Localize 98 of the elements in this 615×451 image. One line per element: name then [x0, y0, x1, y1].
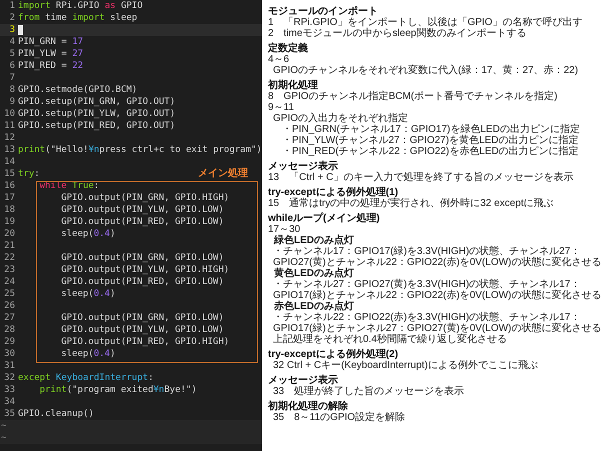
note-text: 32 Ctrl + Cキー(KeyboardInterrupt)による例外でここに飛ぶ	[272, 360, 539, 371]
note-text: 8 GPIOのチャンネル指定BCM(ポート番号でチャンネルを指定)	[268, 91, 558, 102]
note-text: 1 「RPi.GPIO」をインポートし、以後は「GPIO」の名称で呼び出す	[268, 17, 584, 28]
line-number: 23	[3, 264, 16, 276]
line-number: 20	[3, 228, 16, 240]
code-line: GPIO.output(PIN_YLW, GPIO.LOW)	[61, 204, 224, 216]
line-number: 10	[3, 108, 16, 120]
code-line: GPIO.setup(PIN_YLW, GPIO.OUT)	[18, 108, 176, 120]
line-number: 30	[3, 348, 16, 360]
line-number: 7	[8, 72, 16, 84]
line-number: 18	[3, 204, 16, 216]
line-number: 6	[8, 60, 16, 72]
code-line: GPIO.output(PIN_GRN, GPIO.LOW)	[61, 252, 224, 264]
line-number: 24	[3, 276, 16, 288]
line-number: 29	[3, 336, 16, 348]
code-line: GPIO.setmode(GPIO.BCM)	[18, 84, 138, 96]
line-number: 9	[8, 96, 16, 108]
section-heading: モジュールのインポート	[268, 6, 379, 17]
note-text: ・PIN_GRN(チャンネル17：GPIO17)を緑色LEDの出力ピンに指定	[281, 124, 581, 135]
code-line: GPIO.output(PIN_RED, GPIO.HIGH)	[61, 336, 230, 348]
line-number: 26	[3, 300, 16, 312]
note-text: ・チャンネル22：GPIO22(赤)を3.3V(HIGH)の状態、チャンネル17：GPIO17(緑)とチャンネル27：GPIO27(黄)を0V(LOW)の状態に変化させる	[272, 312, 602, 334]
code-line: GPIO.setup(PIN_GRN, GPIO.OUT)	[18, 96, 176, 108]
code-line: print("Hello!¥npress ctrl+c to exit program")	[18, 144, 262, 156]
line-number: 27	[3, 312, 16, 324]
note-text: GPIOのチャンネルをそれぞれ変数に代入(緑：17、黄：27、赤：22)	[272, 65, 580, 76]
note-text: ・PIN_RED(チャンネル22：GPIO22)を赤色LEDの出力ピンに指定	[281, 146, 580, 157]
note-text: 15 通常はtryの中の処理が実行され、例外時に32 exceptに飛ぶ	[268, 198, 555, 209]
code-line: except KeyboardInterrupt:	[18, 372, 154, 384]
code-line: GPIO.output(PIN_YLW, GPIO.LOW)	[61, 324, 224, 336]
code-line: GPIO.output(PIN_GRN, GPIO.HIGH)	[61, 192, 230, 204]
line-number: 2	[8, 12, 16, 24]
code-line: PIN_RED = 22	[18, 60, 84, 72]
line-number: 8	[8, 84, 16, 96]
note-text: 13 「Ctrl + C」のキー入力で処理を終了する旨のメッセージを表示	[268, 172, 574, 183]
line-number: 3	[8, 24, 16, 36]
note-text: ・チャンネル17：GPIO17(緑)を3.3V(HIGH)の状態、チャンネル27：GPIO27(黄)とチャンネル22：GPIO22(赤)を0V(LOW)の状態に変化させる	[272, 246, 602, 268]
code-line: import RPi.GPIO as GPIO	[18, 0, 143, 12]
code-line: PIN_GRN = 17	[18, 36, 84, 48]
line-number: 28	[3, 324, 16, 336]
line-number: 5	[8, 48, 16, 60]
line-number: 32	[3, 372, 16, 384]
note-text: GPIOの入出力をそれぞれ指定	[272, 113, 410, 124]
line-number: 13	[3, 144, 16, 156]
line-number: 17	[3, 192, 16, 204]
code-line: try:	[18, 168, 40, 180]
line-number: 33	[3, 384, 16, 396]
code-line: GPIO.output(PIN_YLW, GPIO.HIGH)	[61, 264, 230, 276]
note-text: 9～11	[268, 102, 295, 113]
note-text: 33 処理が終了した旨のメッセージを表示	[272, 386, 466, 397]
code-line: from time import sleep	[18, 12, 138, 24]
note-text: 17～30	[268, 224, 302, 235]
section-heading: 初期化処理	[268, 80, 319, 91]
note-text: 上記処理をそれぞれ0.4秒間隔で繰り返し変化させる	[272, 334, 508, 345]
line-number: 25	[3, 288, 16, 300]
line-number: 16	[3, 180, 16, 192]
code-line: GPIO.setup(PIN_RED, GPIO.OUT)	[18, 120, 176, 132]
section-heading: try-exceptによる例外処理(1)	[268, 187, 398, 198]
text-cursor	[18, 25, 23, 35]
line-number: 22	[3, 252, 16, 264]
code-line: print("program exited¥nBye!")	[40, 384, 197, 396]
line-number: 19	[3, 216, 16, 228]
line-number: 4	[8, 36, 16, 48]
code-line: sleep(0.4)	[61, 348, 116, 360]
code-line: GPIO.output(PIN_RED, GPIO.LOW)	[61, 216, 224, 228]
section-heading: 初期化処理の解除	[268, 401, 349, 412]
annotation-label: メイン処理	[198, 169, 248, 179]
line-number: 31	[3, 360, 16, 372]
code-line: GPIO.output(PIN_RED, GPIO.LOW)	[61, 276, 224, 288]
code-line: sleep(0.4)	[61, 228, 116, 240]
section-heading: メッセージ表示	[268, 161, 339, 172]
note-text: 4～6	[268, 54, 290, 65]
code-line: sleep(0.4)	[61, 288, 116, 300]
note-text: 35 8～11のGPIO設定を解除	[272, 412, 406, 423]
code-line: GPIO.output(PIN_GRN, GPIO.LOW)	[61, 312, 224, 324]
line-number: 34	[3, 396, 16, 408]
section-heading: メッセージ表示	[268, 375, 339, 386]
note-text: 2 timeモジュールの中からsleep関数のみインポートする	[268, 28, 528, 39]
code-line: GPIO.cleanup()	[18, 408, 94, 420]
line-number: 1	[8, 0, 16, 12]
line-number: 35	[3, 408, 16, 420]
code-line: PIN_YLW = 27	[18, 48, 84, 60]
section-heading: 定数定義	[268, 43, 309, 54]
note-text: ・チャンネル27：GPIO27(黄)を3.3V(HIGH)の状態、チャンネル17：GPIO17(緑)とチャンネル22：GPIO22(赤)を0V(LOW)の状態に変化させる	[272, 279, 602, 301]
section-heading: try-exceptによる例外処理(2)	[268, 349, 400, 360]
code-editor[interactable]	[0, 0, 262, 451]
subheading: 赤色LEDのみ点灯	[273, 301, 355, 312]
subheading: 緑色LEDのみ点灯	[272, 235, 355, 246]
note-text: ・PIN_YLW(チャンネル27：GPIO27)を黄色LEDの出力ピンに指定	[281, 135, 580, 146]
section-heading: whileループ(メイン処理)	[268, 213, 381, 224]
line-number: 12	[3, 132, 16, 144]
line-number: 15	[3, 168, 16, 180]
empty-line-marker: ~	[0, 420, 6, 432]
line-number: 11	[3, 120, 16, 132]
subheading: 黄色LEDのみ点灯	[273, 268, 355, 279]
line-number: 21	[3, 240, 16, 252]
line-number: 14	[3, 156, 16, 168]
empty-line-marker: ~	[0, 432, 6, 444]
